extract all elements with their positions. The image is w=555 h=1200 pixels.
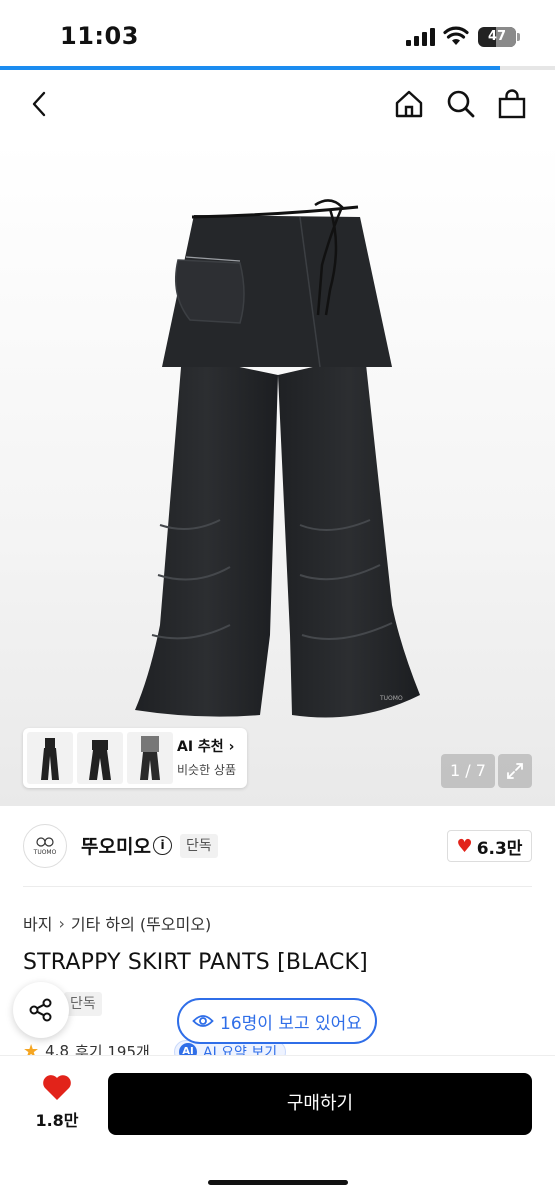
product-image-gallery[interactable]: TUOMO AI 추천 › 비슷한 상품 1 / 7 (0, 140, 555, 806)
image-counter: 1 / 7 (441, 754, 495, 788)
favorite-button[interactable]: 1.8만 (28, 1074, 86, 1131)
battery-level: 47 (487, 29, 507, 44)
expand-icon[interactable] (498, 754, 532, 788)
battery-icon: 47 (478, 27, 520, 47)
buy-button[interactable]: 구매하기 (108, 1073, 532, 1135)
shopping-bag-icon[interactable] (494, 86, 530, 122)
ai-recommend-title: AI 추천 › (177, 736, 236, 756)
heart-icon: ♥ (456, 835, 473, 857)
thumbnail-1[interactable] (27, 732, 73, 784)
exclusive-badge: 단독 (180, 834, 218, 858)
search-icon[interactable] (443, 86, 479, 122)
breadcrumb-item-category[interactable]: 바지 (23, 911, 52, 935)
back-icon[interactable] (22, 86, 58, 122)
brand-name[interactable]: 뚜오미오 (81, 832, 151, 859)
share-button[interactable] (13, 982, 69, 1038)
viewers-pill: 16명이 보고 있어요 (177, 998, 377, 1044)
brand-logo[interactable]: TUOMO (23, 824, 67, 868)
wifi-icon (443, 25, 469, 47)
eye-icon (192, 1015, 214, 1027)
ai-recommend-subtitle: 비슷한 상품 (177, 763, 237, 777)
brand-logo-text: TUOMO (33, 849, 57, 856)
share-icon (29, 998, 52, 1022)
home-indicator (208, 1180, 348, 1185)
breadcrumb: 바지 › 기타 하의 (뚜오미오) (23, 911, 211, 935)
divider (23, 886, 532, 887)
thumbnail-3[interactable] (127, 732, 173, 784)
thumbnail-2[interactable] (77, 732, 123, 784)
watermark-label: TUOMO (379, 695, 403, 702)
heart-icon (43, 1075, 71, 1100)
brand-like-button[interactable]: ♥ 6.3만 (447, 830, 532, 862)
brand-like-count: 6.3만 (476, 838, 523, 859)
top-nav (0, 70, 555, 140)
product-title: STRAPPY SKIRT PANTS [BLACK] (23, 950, 368, 975)
viewers-text: 16명이 보고 있어요 (220, 1013, 362, 1034)
chevron-right-icon: › (228, 739, 235, 755)
product-image: TUOMO (135, 199, 420, 718)
bottom-action-bar: 1.8만 구매하기 (0, 1055, 555, 1200)
home-icon[interactable] (391, 86, 427, 122)
breadcrumb-item-subcategory[interactable]: 기타 하의 (뚜오미오) (71, 911, 211, 935)
chevron-right-icon: › (58, 913, 65, 933)
thumbnail-strip: AI 추천 › 비슷한 상품 (23, 728, 247, 788)
ai-recommend-title-text: AI 추천 (177, 739, 224, 755)
status-bar: 11:03 47 (0, 0, 555, 66)
status-time: 11:03 (60, 22, 139, 50)
product-exclusive-badge: 단독 (64, 992, 102, 1016)
favorite-count: 1.8만 (35, 1111, 79, 1130)
cellular-signal-icon (406, 28, 436, 46)
ai-recommend-link[interactable]: AI 추천 › 비슷한 상품 (177, 736, 236, 778)
info-icon[interactable]: i (153, 836, 172, 855)
